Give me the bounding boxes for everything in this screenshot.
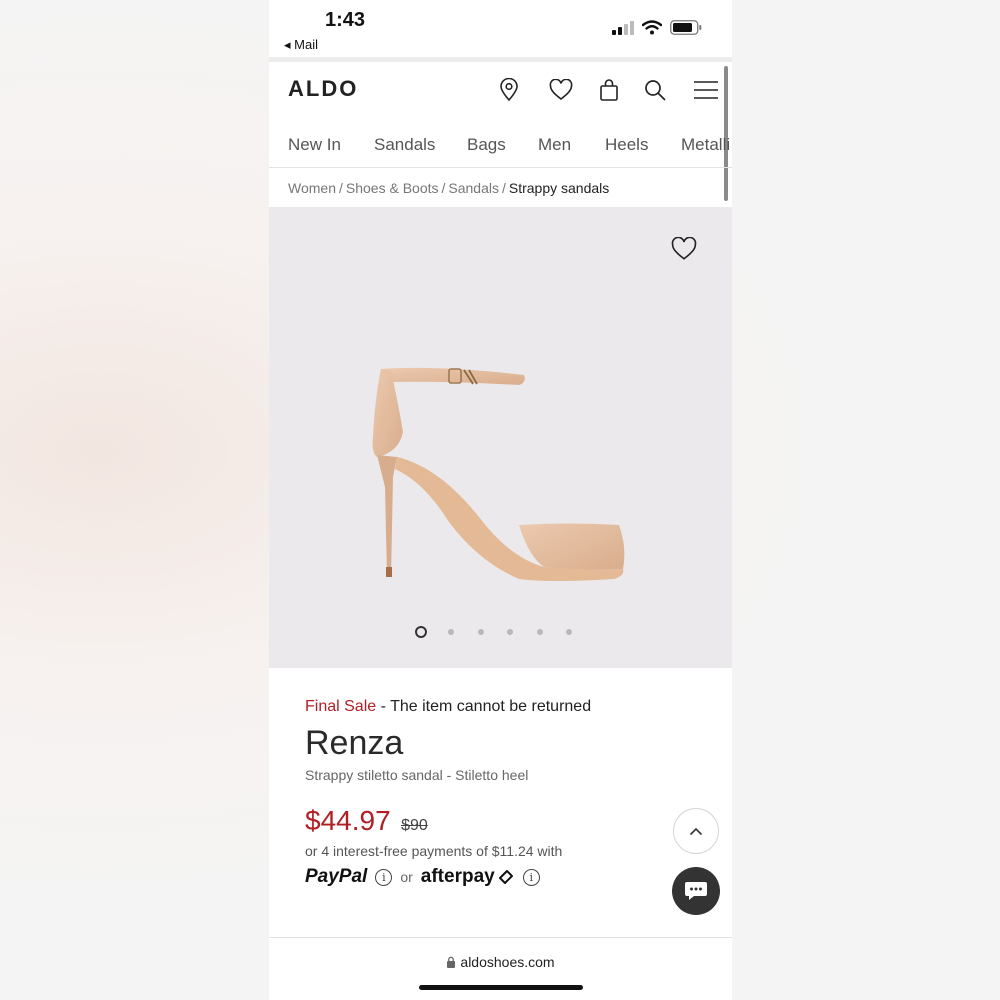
nav-item-heels[interactable]: Heels	[605, 135, 648, 155]
product-image-sandal	[372, 367, 625, 581]
breadcrumb-link-women[interactable]: Women	[288, 180, 336, 196]
nav-item-new-in[interactable]: New In	[288, 135, 341, 155]
breadcrumb-separator: /	[441, 180, 446, 196]
product-name: Renza	[305, 724, 404, 762]
gallery-dot-6[interactable]	[566, 629, 572, 635]
location-pin-icon	[500, 78, 518, 102]
breadcrumb-link-shoes-boots[interactable]: Shoes & Boots	[346, 180, 439, 196]
product-description: Strappy stiletto sandal - Stiletto heel	[305, 767, 529, 783]
url-field[interactable]: aldoshoes.com	[269, 954, 732, 970]
payment-options: PayPal i or afterpay i	[305, 866, 540, 888]
heart-icon	[671, 236, 697, 260]
final-sale-notice: Final Sale - The item cannot be returned	[305, 698, 591, 716]
lock-icon	[447, 956, 456, 968]
price-row: $44.97 $90	[305, 805, 428, 837]
status-bar: 1:43 ◂ Mail	[269, 0, 732, 58]
sale-price: $44.97	[305, 805, 391, 836]
cellular-signal-icon	[612, 20, 634, 35]
paypal-logo: PayPal	[305, 866, 368, 887]
status-time: 1:43	[325, 9, 366, 31]
site-header: ALDO	[269, 62, 732, 120]
paypal-info-icon[interactable]: i	[375, 868, 393, 886]
nav-item-metallic[interactable]: Metalli	[681, 135, 730, 155]
gallery-dot-1[interactable]	[415, 626, 427, 638]
product-image-gallery[interactable]	[269, 207, 732, 668]
afterpay-info-icon[interactable]: i	[522, 868, 540, 886]
or-label: or	[400, 869, 413, 885]
nav-item-men[interactable]: Men	[538, 135, 571, 155]
menu-button[interactable]	[691, 76, 721, 104]
nav-item-bags[interactable]: Bags	[467, 135, 506, 155]
wifi-icon	[642, 20, 662, 35]
gallery-dot-2[interactable]	[448, 629, 454, 635]
breadcrumb-link-sandals[interactable]: Sandals	[448, 180, 499, 196]
store-locator-button[interactable]	[495, 76, 523, 104]
aldo-logo[interactable]: ALDO	[288, 76, 358, 102]
scroll-to-top-button[interactable]	[673, 808, 719, 854]
cart-button[interactable]	[595, 76, 623, 104]
add-to-wishlist-button[interactable]	[671, 236, 697, 263]
url-text: aldoshoes.com	[460, 954, 555, 970]
nav-item-sandals[interactable]: Sandals	[374, 135, 435, 155]
installments-text: or 4 interest-free payments of $11.24 wi…	[305, 843, 563, 859]
shopping-bag-icon	[600, 79, 618, 101]
breadcrumb-separator: /	[338, 180, 343, 196]
afterpay-logo: afterpay	[420, 866, 495, 887]
final-sale-note: - The item cannot be returned	[380, 698, 592, 715]
search-button[interactable]	[641, 76, 669, 104]
afterpay-arrows-icon	[498, 870, 513, 884]
breadcrumb-current: Strappy sandals	[508, 180, 610, 196]
search-icon	[645, 80, 666, 101]
final-sale-label: Final Sale	[305, 698, 377, 715]
menu-icon	[694, 81, 718, 99]
back-to-mail-link[interactable]: ◂ Mail	[284, 37, 318, 53]
phone-screen: 1:43 ◂ Mail ALDO New In Sandals Bags Men…	[269, 0, 732, 1000]
gallery-dot-4[interactable]	[507, 629, 513, 635]
category-nav: New In Sandals Bags Men Heels Metalli	[269, 122, 732, 168]
heart-icon	[549, 79, 573, 101]
chat-bubble-icon	[685, 882, 707, 900]
battery-icon	[670, 20, 702, 35]
chat-button[interactable]	[672, 867, 720, 915]
breadcrumb-separator: /	[501, 180, 506, 196]
wishlist-button[interactable]	[547, 76, 575, 104]
gallery-pagination	[415, 626, 596, 638]
original-price: $90	[401, 817, 428, 834]
gallery-dot-5[interactable]	[536, 629, 543, 635]
home-indicator[interactable]	[419, 985, 583, 990]
chevron-up-icon	[690, 827, 702, 835]
status-icons	[612, 20, 702, 35]
breadcrumb: Women / Shoes & Boots / Sandals / Strappy sand…	[288, 180, 609, 196]
gallery-dot-3[interactable]	[477, 629, 484, 635]
browser-url-bar: aldoshoes.com	[269, 937, 732, 1000]
